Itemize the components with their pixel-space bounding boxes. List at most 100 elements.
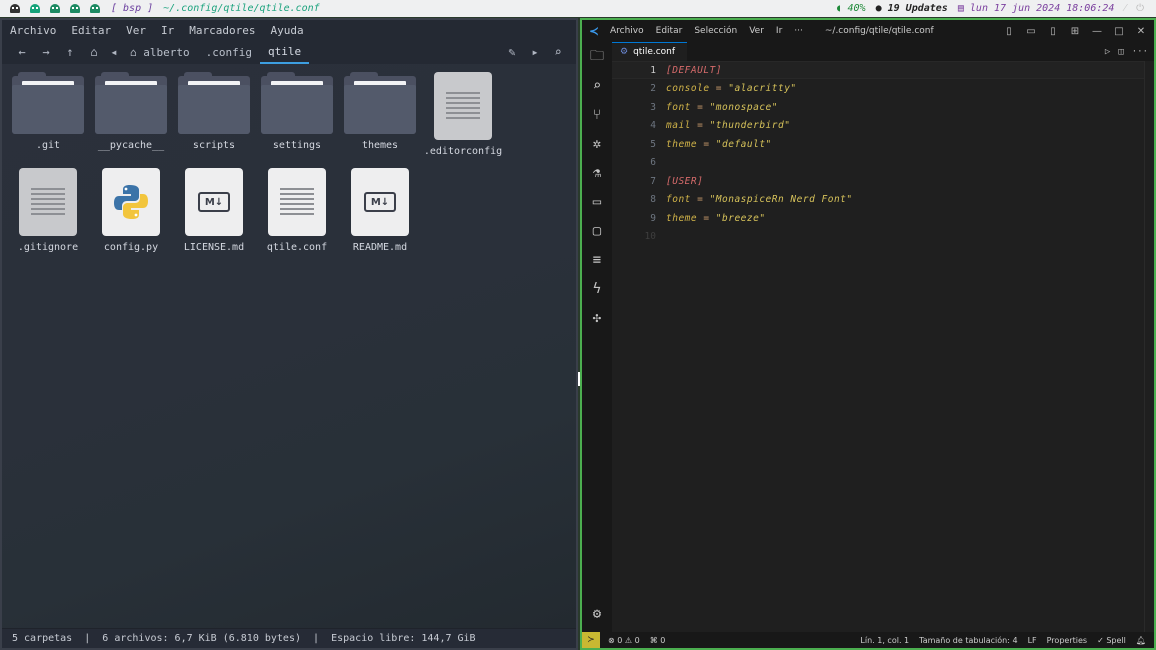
- menu-more[interactable]: ···: [794, 26, 803, 36]
- run-icon[interactable]: ▷: [1105, 47, 1110, 57]
- tray-icon[interactable]: ⁄: [1124, 3, 1126, 14]
- menu-ir[interactable]: Ir: [161, 24, 174, 37]
- markdown-file-icon: M↓: [185, 168, 243, 236]
- code-line[interactable]: 2 console = "alacritty": [612, 80, 1144, 98]
- search-icon[interactable]: ⌕: [582, 71, 612, 100]
- code-line[interactable]: 6: [612, 154, 1144, 172]
- testing-icon[interactable]: ⚗: [582, 158, 612, 187]
- line-number: 6: [650, 157, 656, 168]
- file-item[interactable]: qtile.conf: [257, 168, 337, 253]
- file-item[interactable]: .editorconfig: [423, 72, 503, 157]
- code-line[interactable]: 7 [USER]: [612, 172, 1144, 190]
- database-icon[interactable]: ≡: [582, 245, 612, 274]
- line-text: console = "alacritty": [666, 83, 797, 94]
- menu-ver[interactable]: Ver: [749, 26, 764, 36]
- thunder-client-icon[interactable]: ϟ: [582, 274, 612, 303]
- menu-archivo[interactable]: Archivo: [610, 26, 644, 36]
- maximize-icon[interactable]: □: [1112, 26, 1126, 37]
- breadcrumb-home[interactable]: ⌂ alberto: [122, 40, 198, 64]
- item-label: themes: [361, 140, 399, 151]
- folder-item[interactable]: __pycache__: [91, 72, 171, 151]
- remote-indicator-icon[interactable]: ≻: [582, 632, 600, 648]
- tab-qtile-conf[interactable]: ⚙ qtile.conf: [612, 42, 688, 61]
- workspace-3[interactable]: [45, 0, 65, 17]
- line-number: 8: [650, 194, 656, 205]
- ghost-icon: [70, 4, 80, 13]
- breadcrumb-left-icon[interactable]: ◂: [106, 45, 122, 59]
- edit-path-icon[interactable]: ✎: [500, 45, 524, 59]
- toggle-sidebar-icon[interactable]: ▯: [1002, 26, 1016, 37]
- customize-layout-icon[interactable]: ⊞: [1068, 26, 1082, 37]
- code-line[interactable]: 8 font = "MonaspiceRn Nerd Font": [612, 191, 1144, 209]
- spell-indicator[interactable]: ✓ Spell: [1097, 636, 1126, 645]
- source-control-icon[interactable]: ⑂: [582, 100, 612, 129]
- home-icon[interactable]: ⌂: [82, 45, 106, 59]
- code-line[interactable]: 5 theme = "default": [612, 135, 1144, 153]
- project-manager-icon[interactable]: ▭: [582, 187, 612, 216]
- folder-item[interactable]: .git: [8, 72, 88, 151]
- item-label: config.py: [103, 242, 159, 253]
- code-line[interactable]: 4 mail = "thunderbird": [612, 117, 1144, 135]
- code-editor[interactable]: 1 [DEFAULT] 2 console = "alacritty" 3 fo…: [612, 61, 1144, 632]
- breadcrumb-qtile[interactable]: qtile: [259, 40, 310, 64]
- cursor-position[interactable]: Lín. 1, col. 1: [860, 636, 909, 645]
- text-file-icon: [434, 72, 492, 140]
- layout-indicator[interactable]: [ bsp ]: [111, 3, 153, 14]
- close-icon[interactable]: ✕: [1134, 26, 1148, 37]
- menu-editar[interactable]: Editar: [656, 26, 683, 36]
- menu-ir[interactable]: Ir: [776, 26, 782, 36]
- up-arrow-icon[interactable]: ↑: [58, 45, 82, 59]
- explorer-icon[interactable]: 🗀: [582, 42, 612, 71]
- folder-item[interactable]: themes: [340, 72, 420, 151]
- workspace-2[interactable]: [25, 0, 45, 17]
- menu-ayuda[interactable]: Ayuda: [270, 24, 303, 37]
- tab-size[interactable]: Tamaño de tabulación: 4: [919, 636, 1017, 645]
- updates-widget[interactable]: ● 19 Updates: [876, 3, 948, 14]
- search-icon[interactable]: ⌕: [546, 45, 570, 59]
- code-line[interactable]: 3 font = "monospace": [612, 98, 1144, 116]
- line-text: theme = "default": [666, 138, 772, 150]
- workspace-1[interactable]: [5, 0, 25, 17]
- split-editor-icon[interactable]: ◫: [1118, 47, 1123, 57]
- ports-indicator[interactable]: ⌘ 0: [650, 636, 666, 645]
- menu-editar[interactable]: Editar: [71, 24, 111, 37]
- toggle-panel-icon[interactable]: ▭: [1024, 26, 1038, 37]
- menu-ver[interactable]: Ver: [126, 24, 146, 37]
- menu-seleccion[interactable]: Selección: [694, 26, 737, 36]
- debug-icon[interactable]: ✲: [582, 129, 612, 158]
- problems-indicator[interactable]: ⊗ 0 ⚠ 0: [608, 636, 640, 645]
- editor-scrollbar[interactable]: [1144, 61, 1154, 632]
- code-line[interactable]: 10: [612, 228, 1144, 246]
- folder-icon: [344, 72, 416, 134]
- extensions-icon[interactable]: ✣: [582, 303, 612, 332]
- remote-explorer-icon[interactable]: ▢: [582, 216, 612, 245]
- gear-icon[interactable]: ⚙: [582, 599, 612, 628]
- file-item[interactable]: M↓ README.md: [340, 168, 420, 253]
- line-ending[interactable]: LF: [1028, 636, 1037, 645]
- back-arrow-icon[interactable]: ←: [10, 45, 34, 59]
- item-label: .gitignore: [17, 242, 79, 253]
- item-label: LICENSE.md: [183, 242, 245, 253]
- menu-marcadores[interactable]: Marcadores: [189, 24, 255, 37]
- workspace-4[interactable]: [65, 0, 85, 17]
- breadcrumb-config[interactable]: .config: [198, 40, 260, 64]
- file-item[interactable]: .gitignore: [8, 168, 88, 253]
- workspace-5[interactable]: [85, 0, 105, 17]
- folder-item[interactable]: settings: [257, 72, 337, 151]
- minimize-icon[interactable]: —: [1090, 26, 1104, 37]
- code-line[interactable]: 1 [DEFAULT]: [612, 61, 1144, 79]
- breadcrumb-right-icon[interactable]: ▸: [530, 45, 540, 59]
- language-mode[interactable]: Properties: [1047, 636, 1087, 645]
- forward-arrow-icon[interactable]: →: [34, 45, 58, 59]
- menu-archivo[interactable]: Archivo: [10, 24, 56, 37]
- vscode-menubar: Archivo Editar Selección Ver Ir ···: [610, 26, 803, 36]
- folder-item[interactable]: scripts: [174, 72, 254, 151]
- file-item[interactable]: M↓ LICENSE.md: [174, 168, 254, 253]
- activity-bar: 🗀 ⌕ ⑂ ✲ ⚗ ▭ ▢ ≡ ϟ ✣ ⚙: [582, 42, 612, 632]
- toggle-secondary-sidebar-icon[interactable]: ▯: [1046, 26, 1060, 37]
- file-item[interactable]: config.py: [91, 168, 171, 253]
- power-icon[interactable]: ⏻: [1136, 3, 1144, 14]
- notifications-bell-icon[interactable]: 🔔︎: [1136, 636, 1146, 645]
- more-actions-icon[interactable]: ···: [1132, 47, 1148, 57]
- code-line[interactable]: 9 theme = "breeze": [612, 209, 1144, 227]
